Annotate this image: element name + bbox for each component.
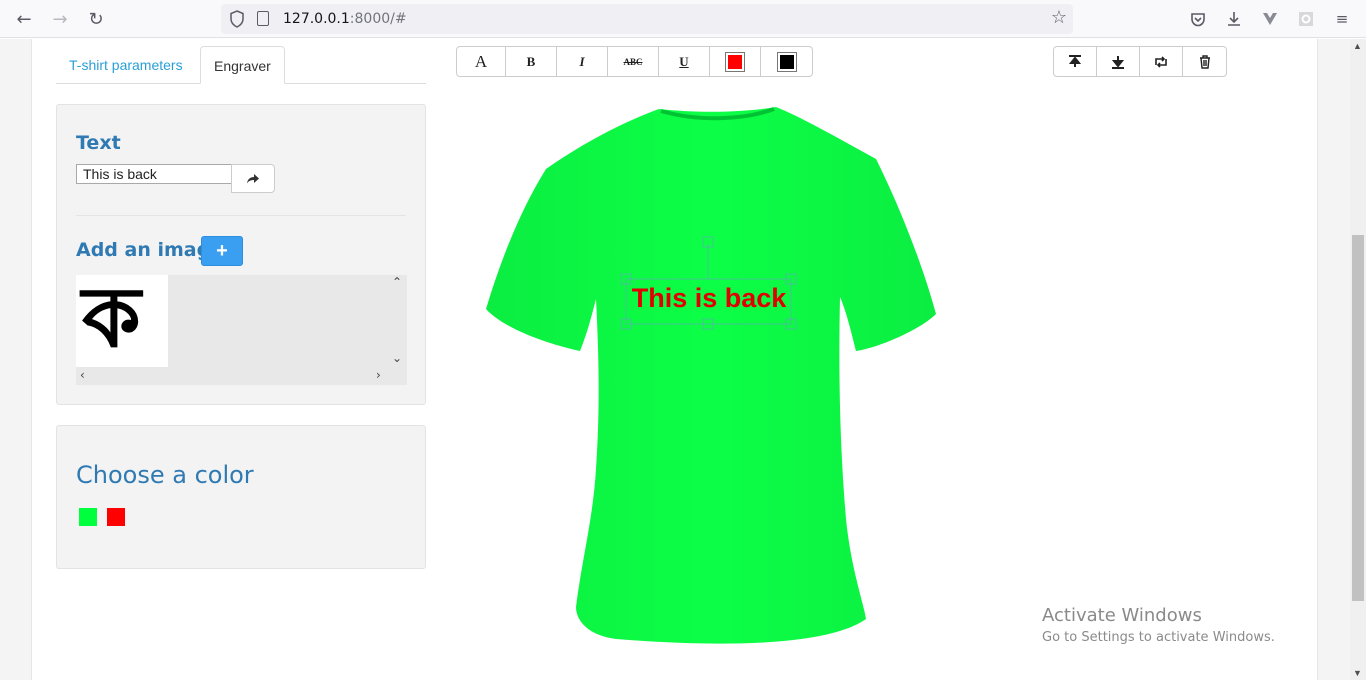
url-text: 127.0.0.1:8000/# <box>283 11 407 27</box>
editor-tabs: T-shirt parameters Engraver <box>56 46 426 84</box>
text-fill-color-button[interactable] <box>710 47 761 76</box>
scroll-down-icon[interactable]: ⌄ <box>392 351 402 365</box>
text-section-title: Text <box>76 132 121 154</box>
shield-icon <box>230 10 244 28</box>
extension-vue-icon[interactable] <box>1259 8 1281 30</box>
send-to-back-icon <box>1111 55 1125 69</box>
page-scrollbar[interactable]: ▲ ▼ <box>1350 39 1366 680</box>
scrollbar-thumb[interactable] <box>1352 235 1364 601</box>
reload-icon[interactable]: ↻ <box>84 7 108 31</box>
menu-icon[interactable]: ≡ <box>1331 8 1353 30</box>
scroll-left-icon[interactable]: ‹ <box>80 368 85 382</box>
text-stroke-color-button[interactable] <box>761 47 812 76</box>
stroke-color-icon <box>776 51 797 72</box>
download-icon[interactable] <box>1223 8 1245 30</box>
tshirt-canvas[interactable]: This is back <box>456 99 956 659</box>
windows-activation-watermark: Activate Windows Go to Settings to activ… <box>1042 605 1275 645</box>
share-arrow-icon <box>247 173 259 183</box>
delete-button[interactable] <box>1183 47 1226 76</box>
watermark-line2: Go to Settings to activate Windows. <box>1042 630 1275 645</box>
engraver-panel: Text Add an image + ক ⌃ ⌄ ‹ › <box>56 104 426 405</box>
forward-arrow-icon[interactable]: → <box>48 7 72 31</box>
fill-color-icon <box>725 51 745 72</box>
address-bar[interactable]: 127.0.0.1:8000/# ☆ <box>221 4 1073 34</box>
color-section-title: Choose a color <box>76 461 254 489</box>
color-swatch-red[interactable] <box>107 508 125 526</box>
bookmark-star-icon[interactable]: ☆ <box>1051 7 1067 28</box>
pocket-icon[interactable] <box>1187 8 1209 30</box>
page-icon <box>257 11 269 26</box>
apply-text-button[interactable] <box>231 164 275 193</box>
gallery-image-thumbnail[interactable]: ক <box>76 269 168 367</box>
watermark-line1: Activate Windows <box>1042 605 1202 626</box>
scroll-right-icon[interactable]: › <box>376 368 381 382</box>
strikethrough-button[interactable]: ABC <box>608 47 659 76</box>
plus-icon: + <box>216 239 228 262</box>
scroll-up-icon[interactable]: ⌃ <box>392 275 402 289</box>
trash-icon <box>1199 54 1210 69</box>
scroll-up-arrow-icon[interactable]: ▲ <box>1353 41 1362 51</box>
underline-button[interactable]: U <box>659 47 710 76</box>
send-to-back-button[interactable] <box>1097 47 1140 76</box>
image-gallery[interactable]: ক ⌃ ⌄ ‹ › <box>76 269 407 385</box>
tab-engraver[interactable]: Engraver <box>200 46 285 84</box>
text-format-toolbar: A B I ABC U <box>456 46 813 77</box>
browser-toolbar: ← → ↻ 127.0.0.1:8000/# ☆ ≡ <box>0 0 1366 38</box>
retweet-icon <box>1155 55 1167 68</box>
bold-button[interactable]: B <box>506 47 557 76</box>
layer-toolbar <box>1053 46 1227 77</box>
bengali-ka-glyph: ক <box>82 268 141 366</box>
scroll-down-arrow-icon[interactable]: ▼ <box>1353 668 1362 678</box>
flip-button[interactable] <box>1140 47 1183 76</box>
back-arrow-icon[interactable]: ← <box>12 7 36 31</box>
tab-tshirt-parameters[interactable]: T-shirt parameters <box>56 46 196 84</box>
engraved-text[interactable]: This is back <box>632 283 788 313</box>
section-divider <box>76 215 406 216</box>
color-panel: Choose a color <box>56 425 426 569</box>
italic-button[interactable]: I <box>557 47 608 76</box>
add-image-button[interactable]: + <box>201 236 243 266</box>
font-family-button[interactable]: A <box>457 47 506 76</box>
color-swatch-green[interactable] <box>79 508 97 526</box>
bring-to-front-icon <box>1068 54 1082 67</box>
extension-gear-icon[interactable] <box>1295 8 1317 30</box>
page-viewport: T-shirt parameters Engraver Text Add an … <box>0 39 1350 680</box>
engrave-text-input[interactable] <box>76 164 232 184</box>
bring-to-front-button[interactable] <box>1054 47 1097 76</box>
